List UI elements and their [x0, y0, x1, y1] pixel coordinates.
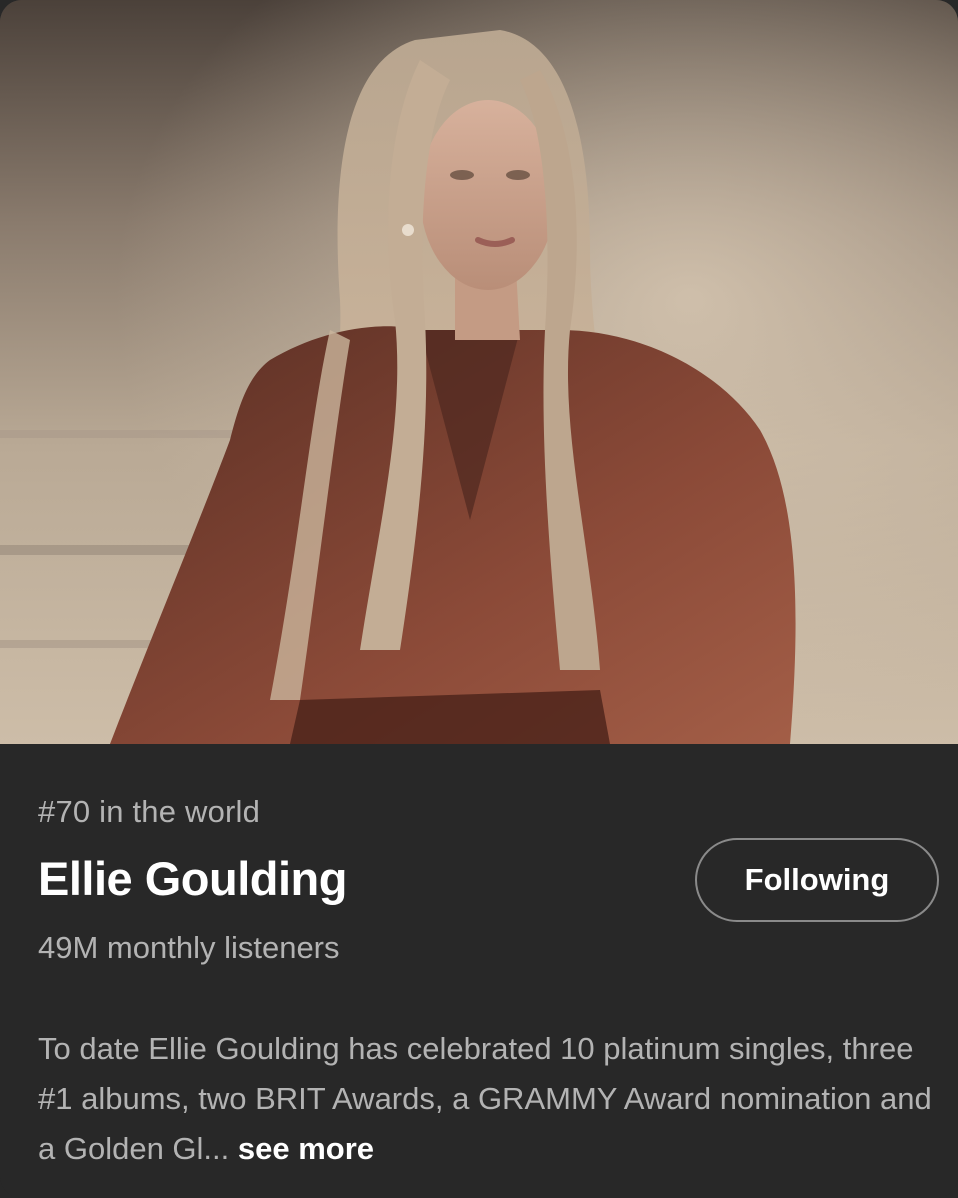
artist-name: Ellie Goulding [38, 852, 347, 905]
following-button[interactable]: Following [695, 838, 939, 922]
see-more-link[interactable]: see more [238, 1131, 374, 1166]
artist-photo[interactable] [0, 0, 958, 744]
bio-text: To date Ellie Goulding has celebrated 10… [38, 1031, 932, 1166]
artist-bio[interactable]: To date Ellie Goulding has celebrated 10… [38, 1024, 938, 1174]
artist-info-panel: #70 in the world Ellie Goulding 49M mont… [0, 744, 958, 1198]
monthly-listeners: 49M monthly listeners [38, 930, 340, 965]
world-rank-text: #70 in the world [38, 794, 261, 829]
artist-about-card: #70 in the world Ellie Goulding 49M mont… [0, 0, 958, 1198]
